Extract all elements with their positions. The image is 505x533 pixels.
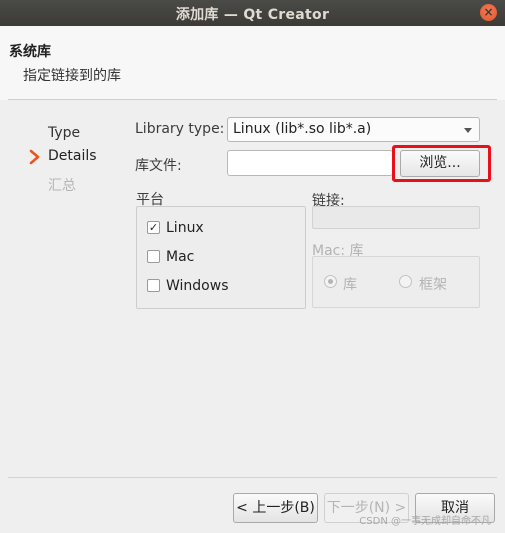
window-title: 添加库 — Qt Creator xyxy=(175,7,330,23)
mac-checkbox-label: Mac xyxy=(166,249,195,265)
close-button[interactable]: × xyxy=(480,4,497,21)
linkage-input xyxy=(312,206,480,229)
title-bar: 添加库 — Qt Creator × xyxy=(0,0,505,26)
windows-checkbox-label: Windows xyxy=(166,278,229,294)
current-step-arrow-icon xyxy=(29,149,40,165)
framework-radio-label: 框架 xyxy=(419,277,447,293)
mac-checkbox[interactable] xyxy=(147,250,160,263)
windows-checkbox[interactable] xyxy=(147,279,160,292)
watermark: CSDN @一事无成却自命不凡 xyxy=(359,516,491,527)
framework-radio xyxy=(399,275,412,288)
mac-options-group xyxy=(312,256,480,308)
library-radio xyxy=(324,275,337,288)
footer-divider xyxy=(8,477,497,478)
library-type-value: Linux (lib*.so lib*.a) xyxy=(233,121,372,137)
header-divider xyxy=(8,99,497,100)
library-type-select[interactable]: Linux (lib*.so lib*.a) xyxy=(227,117,480,142)
linux-checkbox[interactable]: ✓ xyxy=(147,221,160,234)
step-summary: 汇总 xyxy=(48,178,76,194)
step-details: Details xyxy=(48,148,97,164)
annotation-highlight-box xyxy=(392,145,491,182)
step-type: Type xyxy=(48,125,81,141)
library-file-input[interactable] xyxy=(227,150,393,176)
linux-checkbox-label: Linux xyxy=(166,220,204,236)
page-title: 系统库 xyxy=(9,44,51,60)
wizard-header: 系统库 指定链接到的库 xyxy=(0,26,505,100)
page-subtitle: 指定链接到的库 xyxy=(23,68,121,84)
library-type-label: Library type: xyxy=(135,121,225,137)
back-button[interactable]: < 上一步(B) xyxy=(233,493,318,523)
library-file-label: 库文件: xyxy=(135,158,182,174)
library-radio-label: 库 xyxy=(343,277,357,293)
chevron-down-icon xyxy=(464,128,472,133)
